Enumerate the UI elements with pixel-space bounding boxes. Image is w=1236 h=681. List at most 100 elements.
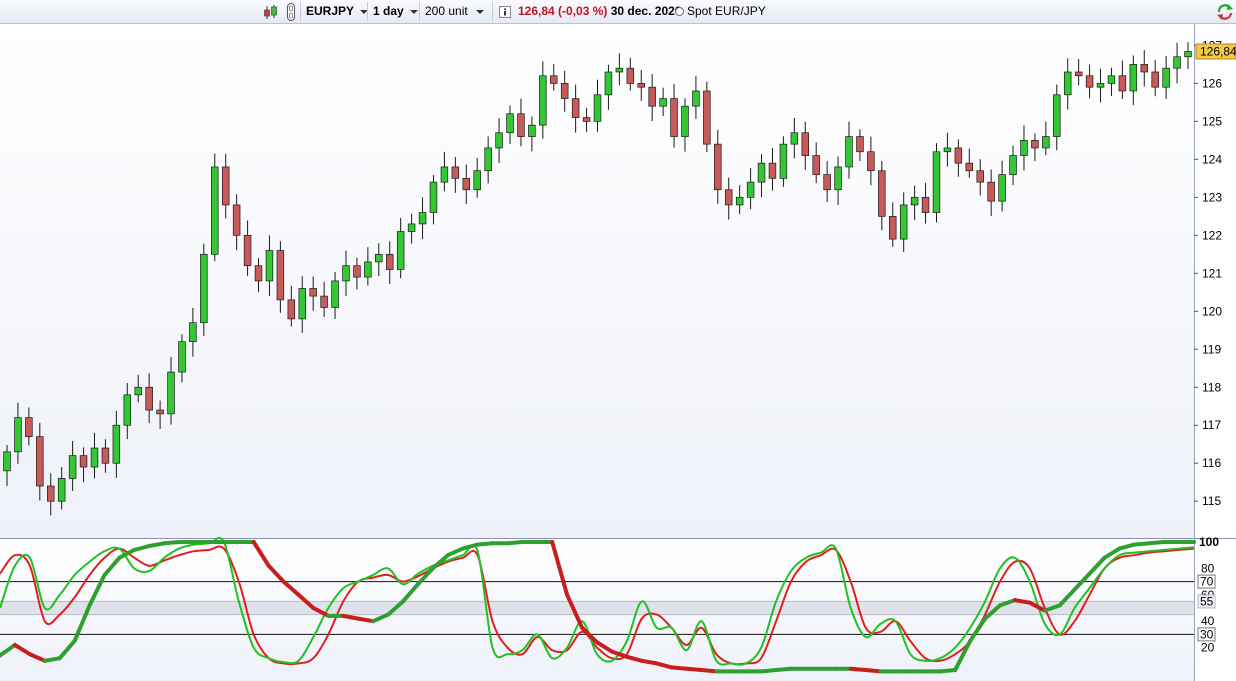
candle-body [495, 132, 503, 149]
candle-body [889, 215, 897, 240]
band-level-label: 55 [1200, 594, 1214, 608]
candle-body [998, 174, 1006, 202]
candle-body [473, 170, 481, 191]
link-icon[interactable] [285, 0, 297, 23]
candle-body [451, 166, 460, 179]
candle-body [746, 181, 755, 198]
candle-body [823, 174, 831, 191]
candle-body [134, 386, 142, 396]
smoothed-line-segment [505, 540, 525, 546]
candle-body [943, 147, 952, 153]
candle-body [615, 67, 624, 73]
price-tick-label: 118 [1202, 380, 1221, 394]
candlestick-icon[interactable] [262, 0, 280, 23]
period-dropdown[interactable]: 1 day [373, 0, 418, 23]
candle-body [156, 409, 164, 415]
candle-body [90, 447, 99, 468]
candle-body [68, 455, 77, 479]
radio-icon[interactable] [675, 7, 684, 17]
reference-level-label: 70 [1200, 575, 1214, 589]
candle-body [714, 143, 722, 191]
indicator-tick-label: 80 [1201, 561, 1215, 575]
candle-body [681, 105, 689, 137]
candle-body [757, 162, 766, 183]
candle-body [1020, 140, 1028, 156]
price-tick-label: 119 [1202, 342, 1221, 356]
candle-body [47, 485, 55, 502]
candle-body [1162, 67, 1170, 88]
candle-body [3, 451, 11, 472]
current-price-badge: 126,84 [1195, 43, 1236, 60]
candle-body [385, 253, 394, 270]
candle-body [1140, 64, 1148, 73]
candle-body [1118, 75, 1127, 92]
smoothed-line-segment [639, 658, 659, 666]
candle-body [243, 234, 252, 267]
candle-body [1107, 75, 1116, 84]
candle-body [878, 170, 886, 217]
candle-body [429, 181, 438, 213]
smoothed-line-segment [759, 668, 779, 674]
candle-body [276, 250, 285, 301]
candle-body [320, 295, 328, 308]
candle-body [232, 204, 241, 236]
candle-body [965, 162, 974, 172]
candle-body [79, 455, 88, 468]
candle-body [637, 83, 645, 88]
candle-body [593, 94, 602, 122]
candle-body [528, 124, 536, 137]
price-tick-label: 124 [1202, 152, 1222, 166]
price-tick-label: 122 [1202, 228, 1222, 242]
instrument-name: Spot EUR/JPY [675, 0, 766, 23]
symbol-dropdown[interactable]: EURJPY [306, 0, 369, 23]
candle-body [692, 90, 700, 107]
smoothed-line-segment [162, 540, 182, 546]
candle-body [539, 75, 547, 126]
price-tick-label: 126 [1202, 76, 1222, 90]
candle-body [582, 117, 591, 122]
chart-area[interactable]: 115116117118119120121122123124125126127 … [0, 24, 1236, 681]
candle-body [298, 288, 306, 320]
candle-body [571, 98, 580, 118]
period-label: 1 day [373, 4, 404, 18]
candle-body [779, 143, 788, 179]
candle-body [101, 447, 110, 464]
refresh-icon[interactable] [1216, 0, 1234, 23]
candle-body [25, 417, 33, 437]
candle-body [57, 478, 66, 502]
candle-body [331, 280, 339, 308]
reference-level-label: 30 [1200, 627, 1214, 641]
price-tick-label: 117 [1202, 418, 1221, 432]
candle-body [1074, 71, 1083, 77]
chevron-down-icon[interactable] [476, 10, 484, 14]
price-tick-label: 120 [1202, 304, 1222, 318]
smoothed-line-segment [1147, 540, 1167, 546]
units-dropdown[interactable]: 200 unit [425, 0, 468, 23]
price-readout: 126,84 (-0,03 %) 30 dec. 2020 [518, 0, 681, 23]
units-label: 200 unit [425, 4, 468, 18]
candle-body [364, 261, 372, 278]
candle-body [200, 253, 208, 324]
indicator-tick-label: 20 [1201, 641, 1215, 655]
candle-body [178, 341, 186, 373]
candle-body [560, 83, 569, 99]
candle-body [517, 113, 525, 137]
candle-body [1042, 136, 1050, 149]
candle-body [648, 86, 656, 107]
candle-body [856, 136, 864, 153]
info-icon[interactable] [499, 0, 511, 23]
candle-body [189, 322, 197, 343]
candle-body [812, 155, 820, 175]
candle-body [1129, 64, 1138, 92]
symbol-label: EURJPY [306, 4, 355, 18]
smoothed-line-segment [669, 665, 689, 671]
candle-body [1063, 71, 1072, 96]
date-readout: 30 dec. 2020 [610, 4, 682, 18]
candle-body [506, 113, 514, 134]
candle-body [987, 181, 995, 202]
candle-body [484, 147, 492, 172]
candle-body [801, 132, 810, 156]
candle-body [1096, 83, 1105, 88]
smoothed-line-segment [863, 668, 883, 674]
candle-body [626, 67, 635, 84]
